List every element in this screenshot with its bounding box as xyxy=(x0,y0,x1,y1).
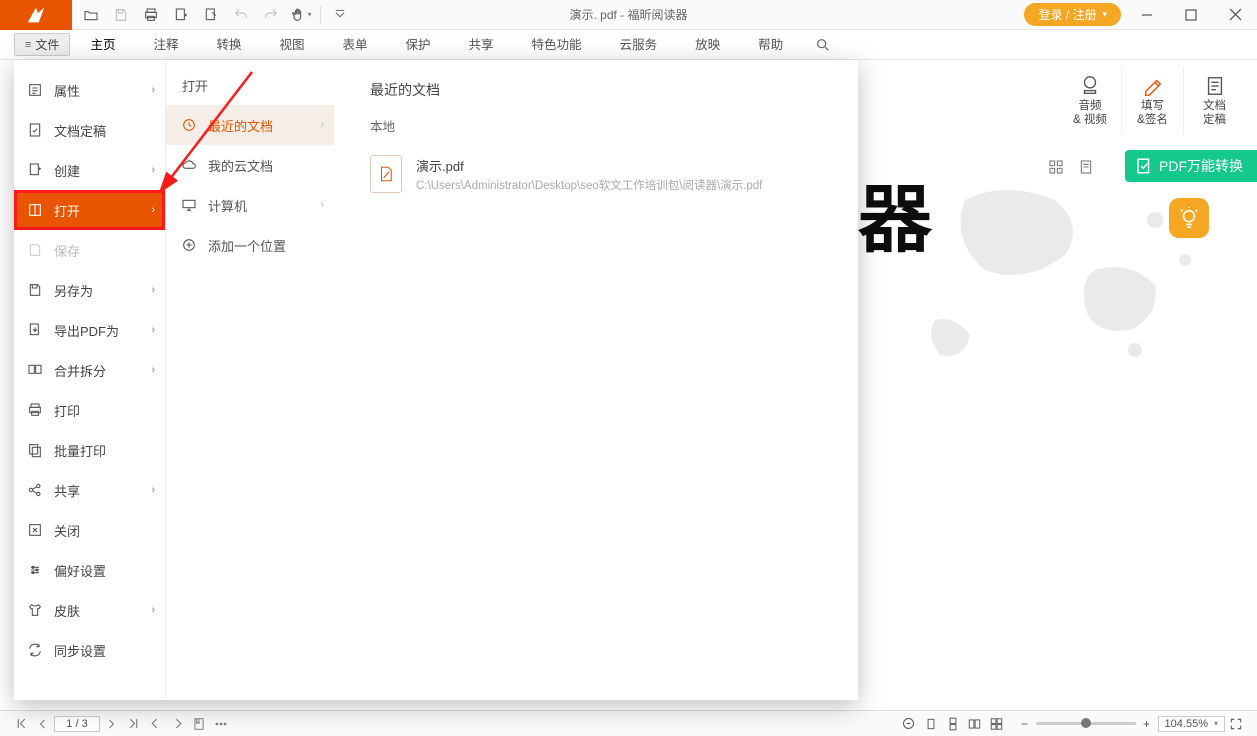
pdf-file-icon xyxy=(370,155,402,193)
backstage-menu: 属性 文档定稿 创建 打开 保存 另存为 导出PDF为 合并拆分 打印 批量打印… xyxy=(14,60,166,700)
minimize-button[interactable] xyxy=(1129,1,1165,29)
hand-icon[interactable]: ▾ xyxy=(288,2,314,28)
bs-finalize[interactable]: 文档定稿 xyxy=(14,110,165,150)
tab-convert[interactable]: 转换 xyxy=(198,30,259,60)
fill-sign-button[interactable]: 填写&签名 xyxy=(1121,67,1183,135)
recent-file-row[interactable]: 演示.pdf C:\Users\Administrator\Desktop\se… xyxy=(370,149,834,199)
bookmark-nav-icon[interactable] xyxy=(188,713,210,735)
bs-merge-split[interactable]: 合并拆分 xyxy=(14,350,165,390)
prev-page-button[interactable] xyxy=(32,713,54,735)
recent-panel: 最近的文档 本地 演示.pdf C:\Users\Administrator\D… xyxy=(334,60,858,700)
tab-feature[interactable]: 特色功能 xyxy=(514,30,600,60)
qat-more-icon[interactable] xyxy=(327,2,353,28)
audio-video-button[interactable]: 音频& 视频 xyxy=(1059,67,1121,135)
ribbon-right-groups: 音频& 视频 填写&签名 文档定稿 xyxy=(1059,61,1245,141)
maximize-button[interactable] xyxy=(1173,1,1209,29)
menu-icon: ≡ xyxy=(25,39,31,51)
tab-cloud[interactable]: 云服务 xyxy=(602,30,676,60)
forward-nav-button[interactable] xyxy=(166,713,188,735)
continuous-page-icon[interactable] xyxy=(942,713,964,735)
zoom-level[interactable]: 104.55%▾ xyxy=(1158,716,1225,732)
single-page-icon[interactable] xyxy=(920,713,942,735)
tab-help[interactable]: 帮助 xyxy=(740,30,801,60)
open-recent[interactable]: 最近的文档 xyxy=(166,105,334,145)
bs-properties[interactable]: 属性 xyxy=(14,70,165,110)
back-nav-button[interactable] xyxy=(144,713,166,735)
open-icon[interactable] xyxy=(78,2,104,28)
options-icon[interactable] xyxy=(210,713,232,735)
bs-save: 保存 xyxy=(14,230,165,270)
window-title: 演示. pdf - 福昕阅读器 xyxy=(569,6,687,23)
bs-batch-print[interactable]: 批量打印 xyxy=(14,430,165,470)
document-content-fragment: 器 xyxy=(858,160,928,267)
close-button[interactable] xyxy=(1217,1,1253,29)
page-next-icon[interactable] xyxy=(198,2,224,28)
bs-create[interactable]: 创建 xyxy=(14,150,165,190)
tab-home[interactable]: 主页 xyxy=(72,30,133,60)
open-cloud[interactable]: 我的云文档 xyxy=(166,145,334,185)
open-header: 打开 xyxy=(166,76,334,105)
first-page-button[interactable] xyxy=(10,713,32,735)
title-bar: ▾ 演示. pdf - 福昕阅读器 登录 / 注册▾ xyxy=(0,0,1257,30)
print-icon[interactable] xyxy=(138,2,164,28)
bs-export[interactable]: 导出PDF为 xyxy=(14,310,165,350)
continuous-facing-icon[interactable] xyxy=(986,713,1008,735)
zoom-out-button[interactable]: − xyxy=(1014,713,1036,735)
file-backstage-panel: 属性 文档定稿 创建 打开 保存 另存为 导出PDF为 合并拆分 打印 批量打印… xyxy=(14,60,858,700)
bs-open[interactable]: 打开 xyxy=(14,190,165,230)
zoom-slider-thumb[interactable] xyxy=(1081,718,1091,728)
finalize-button[interactable]: 文档定稿 xyxy=(1183,67,1245,135)
recent-file-path: C:\Users\Administrator\Desktop\seo软文工作培训… xyxy=(416,177,762,193)
bs-share[interactable]: 共享 xyxy=(14,470,165,510)
recent-file-name: 演示.pdf xyxy=(416,156,762,175)
bs-save-as[interactable]: 另存为 xyxy=(14,270,165,310)
undo-icon[interactable] xyxy=(228,2,254,28)
bs-skin[interactable]: 皮肤 xyxy=(14,590,165,630)
next-page-button[interactable] xyxy=(100,713,122,735)
quick-access-toolbar: ▾ xyxy=(72,2,359,28)
redo-icon[interactable] xyxy=(258,2,284,28)
search-icon[interactable] xyxy=(809,31,837,59)
bs-print[interactable]: 打印 xyxy=(14,390,165,430)
status-bar: 1 / 3 − + 104.55%▾ xyxy=(0,710,1257,736)
zoom-in-button[interactable]: + xyxy=(1136,713,1158,735)
save-icon[interactable] xyxy=(108,2,134,28)
open-add-place[interactable]: 添加一个位置 xyxy=(166,225,334,265)
tab-annotate[interactable]: 注释 xyxy=(135,30,196,60)
page-indicator[interactable]: 1 / 3 xyxy=(54,716,100,732)
bs-close[interactable]: 关闭 xyxy=(14,510,165,550)
ribbon-tabs: ≡文件 主页 注释 转换 视图 表单 保护 共享 特色功能 云服务 放映 帮助 xyxy=(0,30,1257,60)
login-button[interactable]: 登录 / 注册▾ xyxy=(1024,3,1121,26)
open-submenu: 打开 最近的文档 我的云文档 计算机 添加一个位置 xyxy=(166,60,334,700)
tab-view[interactable]: 视图 xyxy=(261,30,322,60)
fullscreen-button[interactable] xyxy=(1225,713,1247,735)
fit-mode-icon[interactable] xyxy=(898,713,920,735)
app-logo xyxy=(0,0,72,30)
chevron-down-icon: ▾ xyxy=(1102,9,1107,20)
facing-page-icon[interactable] xyxy=(964,713,986,735)
tab-protect[interactable]: 保护 xyxy=(388,30,449,60)
page-prev-icon[interactable] xyxy=(168,2,194,28)
bs-preferences[interactable]: 偏好设置 xyxy=(14,550,165,590)
last-page-button[interactable] xyxy=(122,713,144,735)
open-computer[interactable]: 计算机 xyxy=(166,185,334,225)
recent-local-label: 本地 xyxy=(370,116,834,135)
bs-sync[interactable]: 同步设置 xyxy=(14,630,165,670)
tab-form[interactable]: 表单 xyxy=(325,30,386,60)
file-tab[interactable]: ≡文件 xyxy=(14,33,70,56)
tab-slideshow[interactable]: 放映 xyxy=(677,30,738,60)
document-map-graphic xyxy=(905,170,1225,410)
zoom-slider[interactable] xyxy=(1036,722,1136,725)
recent-title: 最近的文档 xyxy=(370,80,834,100)
tab-share[interactable]: 共享 xyxy=(451,30,512,60)
